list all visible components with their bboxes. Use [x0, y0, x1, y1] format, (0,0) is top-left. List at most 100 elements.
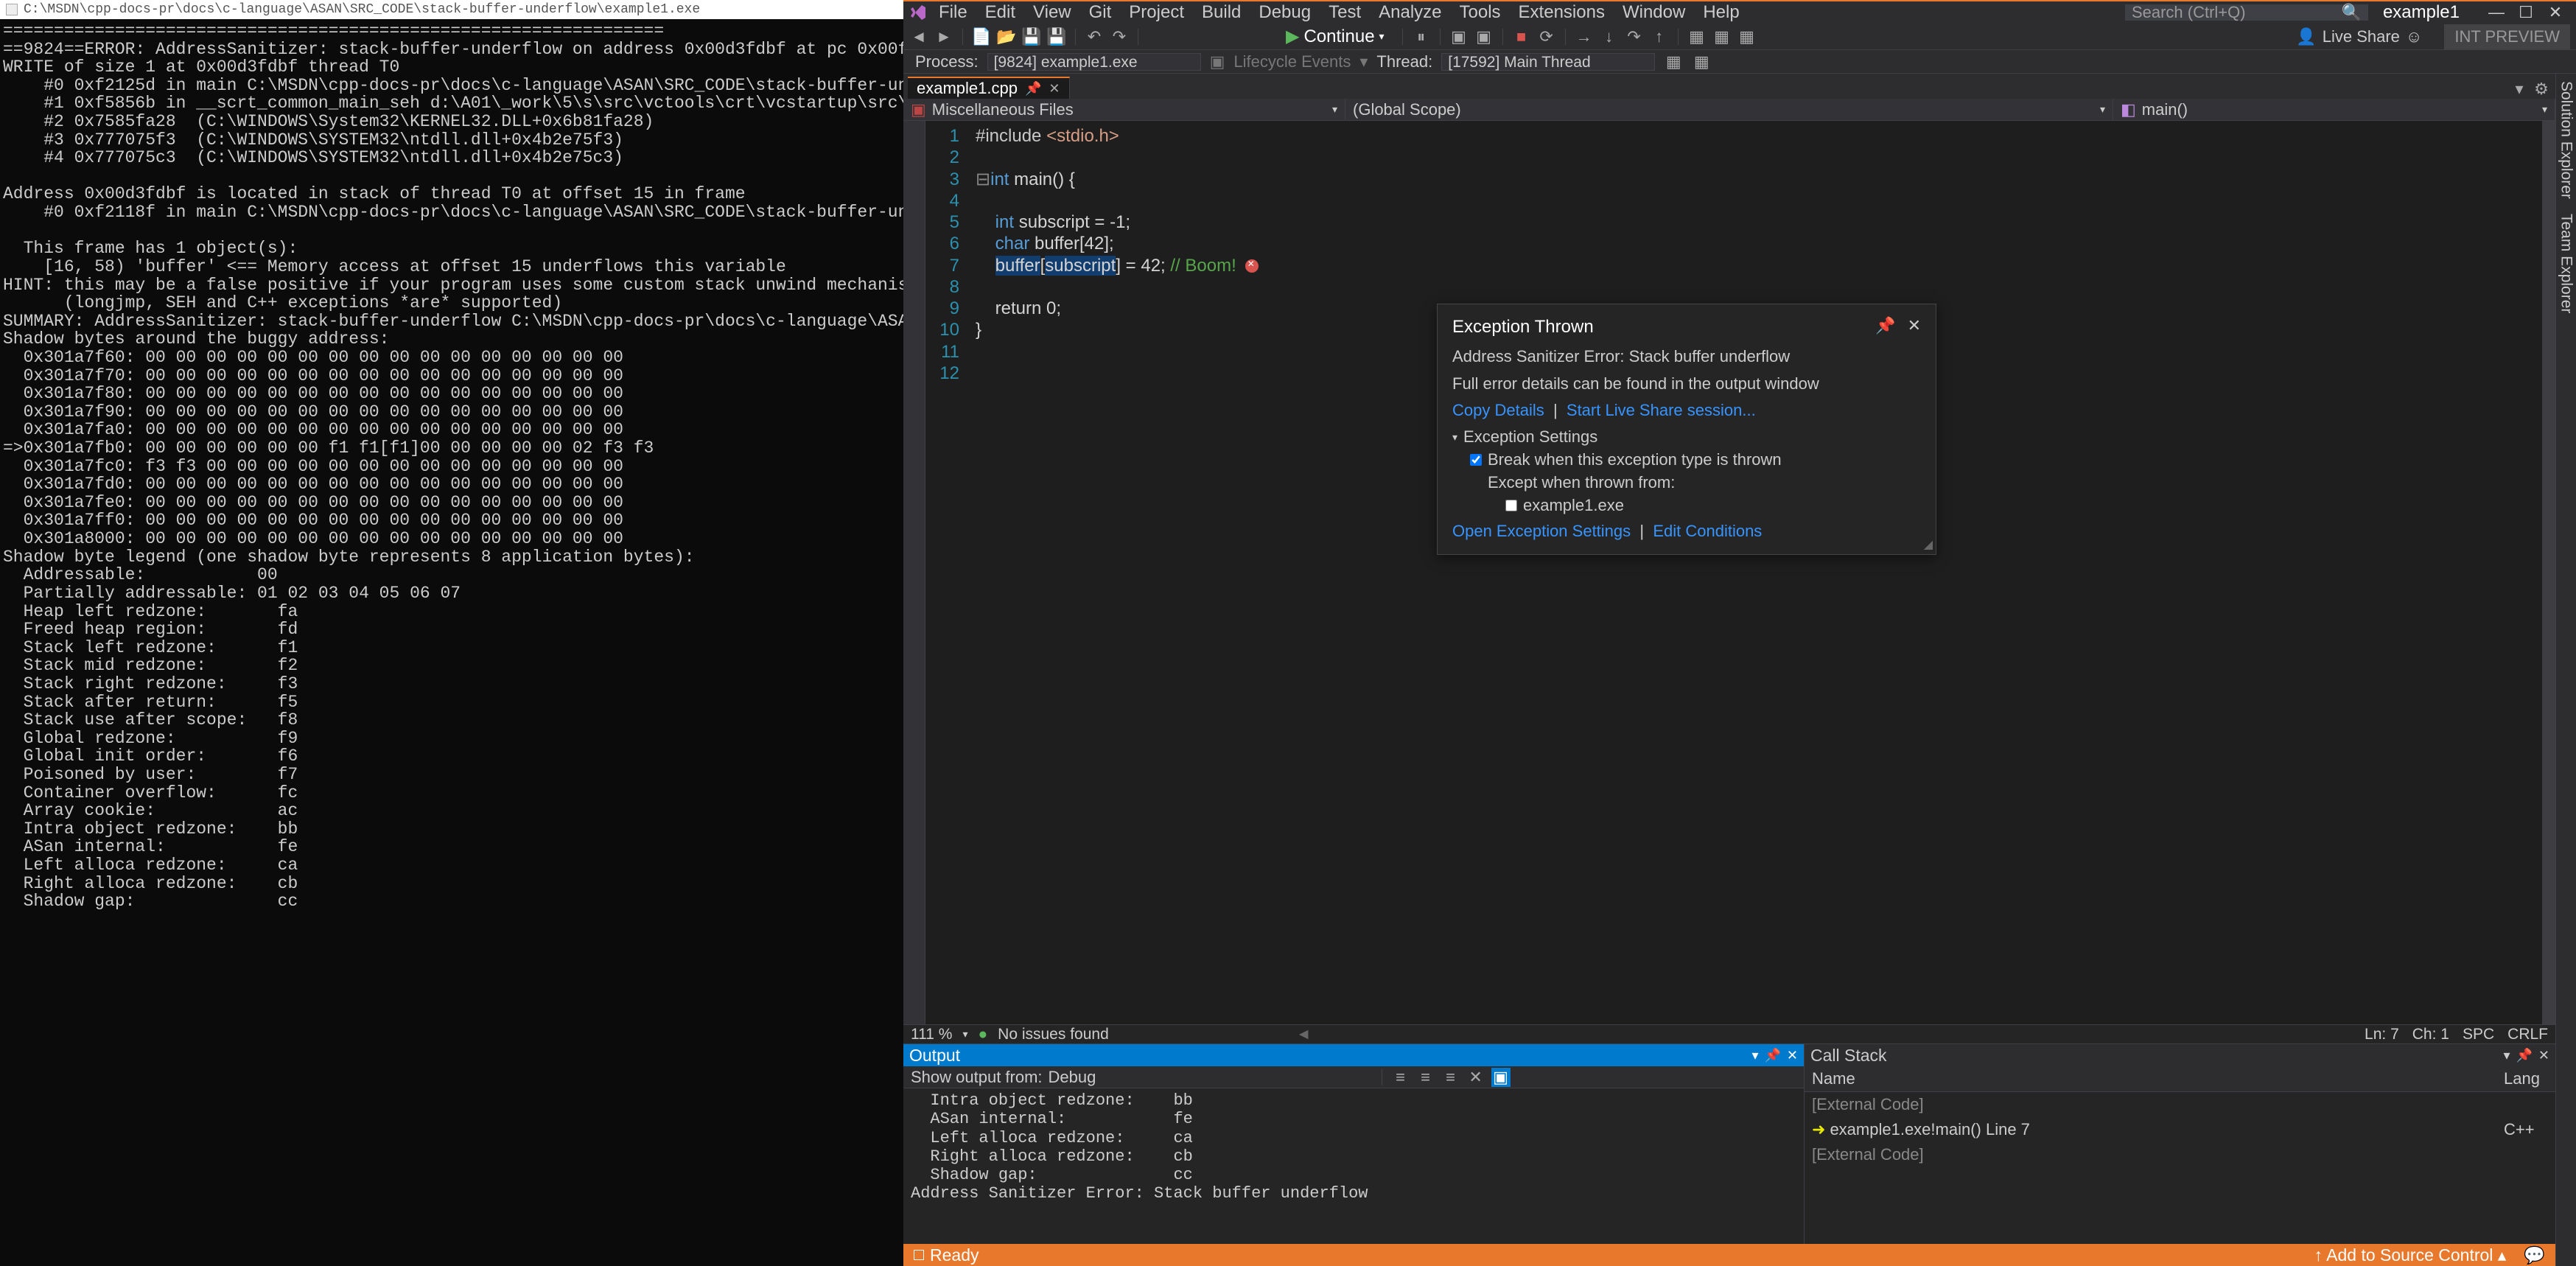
- zoom-level[interactable]: 111 %: [911, 1026, 952, 1043]
- col-name[interactable]: Name: [1805, 1066, 2496, 1092]
- feedback-icon[interactable]: ☺: [2406, 27, 2422, 46]
- menu-project[interactable]: Project: [1129, 2, 1184, 23]
- liveshare-button[interactable]: 👤 Live Share ☺: [2287, 27, 2431, 46]
- tab-dropdown-icon[interactable]: ▾: [2510, 80, 2529, 99]
- open-button[interactable]: 📂: [997, 27, 1016, 46]
- output-btn-1[interactable]: ≡: [1391, 1068, 1410, 1087]
- pin-icon[interactable]: 📌: [1025, 81, 1041, 97]
- vs-titlebar[interactable]: File Edit View Git Project Build Debug T…: [903, 1, 2576, 24]
- new-button[interactable]: 📄: [972, 27, 991, 46]
- open-exception-settings-link[interactable]: Open Exception Settings: [1452, 522, 1631, 540]
- step-out-button[interactable]: ↑: [1650, 27, 1669, 46]
- tab-example1-cpp[interactable]: example1.cpp 📌 ✕: [908, 77, 1070, 99]
- lineending-indicator[interactable]: CRLF: [2507, 1026, 2548, 1043]
- output-text[interactable]: Intra object redzone: bb ASan internal: …: [903, 1088, 1804, 1244]
- tb-misc-1[interactable]: ▦: [1687, 27, 1707, 46]
- output-pin-icon[interactable]: 📌: [1764, 1048, 1780, 1063]
- source-control-button[interactable]: ↑ Add to Source Control ▴: [2314, 1245, 2507, 1265]
- tb-misc-3[interactable]: ▦: [1737, 27, 1757, 46]
- maximize-button[interactable]: ☐: [2511, 2, 2541, 23]
- tb-icon-1[interactable]: ▣: [1449, 27, 1469, 46]
- breakpoint-margin[interactable]: [903, 121, 925, 1024]
- redo-button[interactable]: ↷: [1110, 27, 1129, 46]
- hscroll-left[interactable]: ◄: [1296, 1026, 1312, 1043]
- menu-analyze[interactable]: Analyze: [1379, 2, 1441, 23]
- callstack-close-icon[interactable]: ✕: [2538, 1048, 2549, 1063]
- tb-icon-2[interactable]: ▣: [1474, 27, 1494, 46]
- menu-test[interactable]: Test: [1329, 2, 1361, 23]
- nav-back-button[interactable]: ◄: [909, 27, 928, 46]
- copy-details-link[interactable]: Copy Details: [1452, 401, 1544, 419]
- menu-file[interactable]: File: [939, 2, 967, 23]
- callstack-row[interactable]: [External Code]: [1805, 1142, 2555, 1167]
- start-liveshare-link[interactable]: Start Live Share session...: [1567, 401, 1756, 419]
- output-btn-2[interactable]: ≡: [1416, 1068, 1435, 1087]
- zoom-dd-icon[interactable]: ▾: [962, 1028, 967, 1041]
- show-next-stmt-button[interactable]: →: [1575, 27, 1594, 46]
- tab-settings-icon[interactable]: ⚙: [2532, 80, 2551, 99]
- code-editor[interactable]: 123456789101112 #include <stdio.h> ⊟int …: [903, 121, 2555, 1024]
- callstack-dd-icon[interactable]: ▾: [2503, 1048, 2510, 1063]
- menu-help[interactable]: Help: [1703, 2, 1739, 23]
- callstack-row[interactable]: ➜example1.exe!main() Line 7C++: [1805, 1117, 2555, 1142]
- line-indicator[interactable]: Ln: 7: [2365, 1026, 2399, 1043]
- menu-debug[interactable]: Debug: [1259, 2, 1311, 23]
- callstack-pin-icon[interactable]: 📌: [2516, 1048, 2532, 1063]
- menu-tools[interactable]: Tools: [1460, 2, 1501, 23]
- output-dd-icon[interactable]: ▾: [1751, 1048, 1758, 1063]
- pin-popup-icon[interactable]: 📌: [1875, 316, 1895, 338]
- console-output[interactable]: ========================================…: [0, 19, 903, 1266]
- break-on-throw-checkbox[interactable]: [1470, 454, 1482, 466]
- output-btn-3[interactable]: ≡: [1441, 1068, 1460, 1087]
- save-button[interactable]: 💾: [1022, 27, 1041, 46]
- step-over-button[interactable]: ↷: [1625, 27, 1644, 46]
- menu-window[interactable]: Window: [1623, 2, 1685, 23]
- col-indicator[interactable]: Ch: 1: [2412, 1026, 2449, 1043]
- solution-explorer-tab[interactable]: Solution Explorer: [2558, 81, 2575, 199]
- output-source-dd[interactable]: Debug: [1049, 1068, 1373, 1087]
- step-into-button[interactable]: ↓: [1600, 27, 1619, 46]
- undo-button[interactable]: ↶: [1085, 27, 1104, 46]
- menu-build[interactable]: Build: [1202, 2, 1241, 23]
- process-dd[interactable]: [9824] example1.exe: [987, 53, 1201, 71]
- except-from-checkbox[interactable]: [1505, 500, 1517, 511]
- type-scope-dd[interactable]: (Global Scope) ▾: [1345, 99, 2113, 120]
- restart-button[interactable]: ⟳: [1537, 27, 1556, 46]
- stop-button[interactable]: ■: [1512, 27, 1531, 46]
- lifecycle-dd[interactable]: Lifecycle Events: [1233, 52, 1351, 71]
- callstack-row[interactable]: [External Code]: [1805, 1092, 2555, 1118]
- edit-conditions-link[interactable]: Edit Conditions: [1653, 522, 1762, 540]
- error-icon[interactable]: [1245, 259, 1259, 273]
- output-close-icon[interactable]: ✕: [1787, 1048, 1798, 1063]
- breakall-button[interactable]: ⏸: [1412, 27, 1431, 46]
- stack-frame-icon[interactable]: ▦: [1664, 52, 1683, 71]
- callstack-header[interactable]: Call Stack ▾ 📌 ✕: [1805, 1044, 2555, 1066]
- editor-scrollbar[interactable]: [2542, 121, 2555, 1024]
- notifications-icon[interactable]: 💬: [2524, 1245, 2545, 1265]
- close-tab-icon[interactable]: ✕: [1049, 81, 1060, 97]
- minimize-button[interactable]: —: [2482, 2, 2511, 23]
- output-btn-4[interactable]: ✕: [1466, 1068, 1485, 1087]
- menu-git[interactable]: Git: [1089, 2, 1112, 23]
- console-titlebar[interactable]: C:\MSDN\cpp-docs-pr\docs\c-language\ASAN…: [0, 0, 903, 19]
- output-btn-5[interactable]: ▣: [1491, 1068, 1511, 1087]
- tb-misc-2[interactable]: ▦: [1712, 27, 1732, 46]
- close-button[interactable]: ✕: [2541, 2, 2570, 23]
- search-box[interactable]: Search (Ctrl+Q) 🔍: [2125, 4, 2368, 21]
- menu-view[interactable]: View: [1033, 2, 1071, 23]
- output-header[interactable]: Output ▾ 📌 ✕: [903, 1044, 1804, 1066]
- team-explorer-tab[interactable]: Team Explorer: [2558, 214, 2575, 313]
- issues-text[interactable]: No issues found: [998, 1026, 1109, 1043]
- saveall-button[interactable]: 💾: [1047, 27, 1066, 46]
- thread-dd[interactable]: [17592] Main Thread: [1441, 53, 1655, 71]
- member-scope-dd[interactable]: ◧ main() ▾: [2113, 99, 2555, 120]
- exception-settings-toggle[interactable]: ▾Exception Settings: [1452, 427, 1921, 447]
- menu-extensions[interactable]: Extensions: [1519, 2, 1605, 23]
- project-scope-dd[interactable]: ▣ Miscellaneous Files ▾: [903, 99, 1345, 120]
- continue-button[interactable]: ▶ Continue ▾: [1277, 26, 1393, 47]
- nav-fwd-button[interactable]: ►: [934, 27, 953, 46]
- col-lang[interactable]: Lang: [2496, 1066, 2555, 1092]
- indent-indicator[interactable]: SPC: [2463, 1026, 2494, 1043]
- menu-edit[interactable]: Edit: [985, 2, 1015, 23]
- resize-grip-icon[interactable]: ◢: [1924, 538, 1933, 553]
